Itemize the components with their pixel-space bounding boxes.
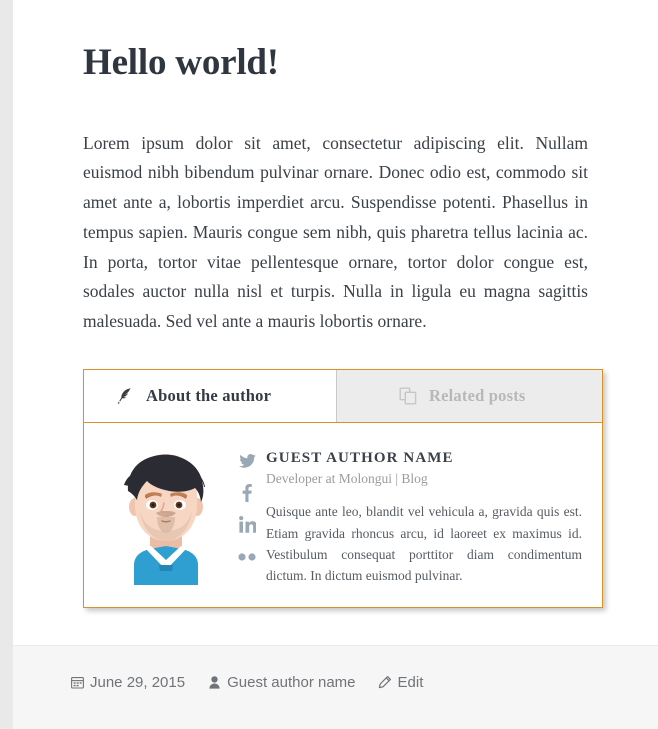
post-article: Hello world! Lorem ipsum dolor sit amet,… [13,0,658,608]
author-bio: Quisque ante leo, blandit vel vehicula a… [266,504,582,584]
calendar-icon [70,676,84,690]
post-body-text: Lorem ipsum dolor sit amet, consectetur … [83,132,588,332]
author-box-tablist: About the author Related posts [84,369,602,423]
facebook-icon[interactable] [237,483,257,503]
quill-icon [116,386,134,406]
meta-author-label: Guest author name [227,674,356,691]
meta-date[interactable]: June 29, 2015 [70,674,185,691]
avatar [104,441,228,585]
tab-about-the-author[interactable]: About the author [84,369,337,422]
tab-related-posts-label: Related posts [429,385,526,405]
pencil-icon [378,676,392,690]
author-social-links [228,441,266,587]
user-icon [207,676,221,690]
page-title: Hello world! [83,42,279,83]
meta-edit[interactable]: Edit [378,674,424,691]
author-role-text: Developer at Molongui | [266,471,402,487]
page-content-area: Hello world! Lorem ipsum dolor sit amet,… [13,0,658,729]
copy-pages-icon [399,386,417,406]
tab-about-the-author-label: About the author [146,385,272,405]
author-name: GUEST AUTHOR NAME [266,449,454,466]
meta-date-label: June 29, 2015 [90,674,186,691]
author-role: Developer at Molongui | Blog [266,470,582,489]
author-details: GUEST AUTHOR NAME Developer at Molongui … [266,441,582,587]
author-blog-link[interactable]: Blog [401,471,427,486]
author-box: About the author Related posts GUEST AUT… [83,368,603,608]
twitter-icon[interactable] [237,451,257,471]
tab-related-posts[interactable]: Related posts [337,369,602,422]
post-meta: June 29, 2015 Guest author name Edit [13,646,658,691]
meta-edit-label: Edit [397,674,424,691]
post-footer: June 29, 2015 Guest author name Edit [13,645,658,729]
linkedin-icon[interactable] [237,515,257,535]
flickr-icon[interactable] [237,547,257,567]
about-the-author-panel: GUEST AUTHOR NAME Developer at Molongui … [84,422,602,607]
meta-author[interactable]: Guest author name [207,674,356,691]
